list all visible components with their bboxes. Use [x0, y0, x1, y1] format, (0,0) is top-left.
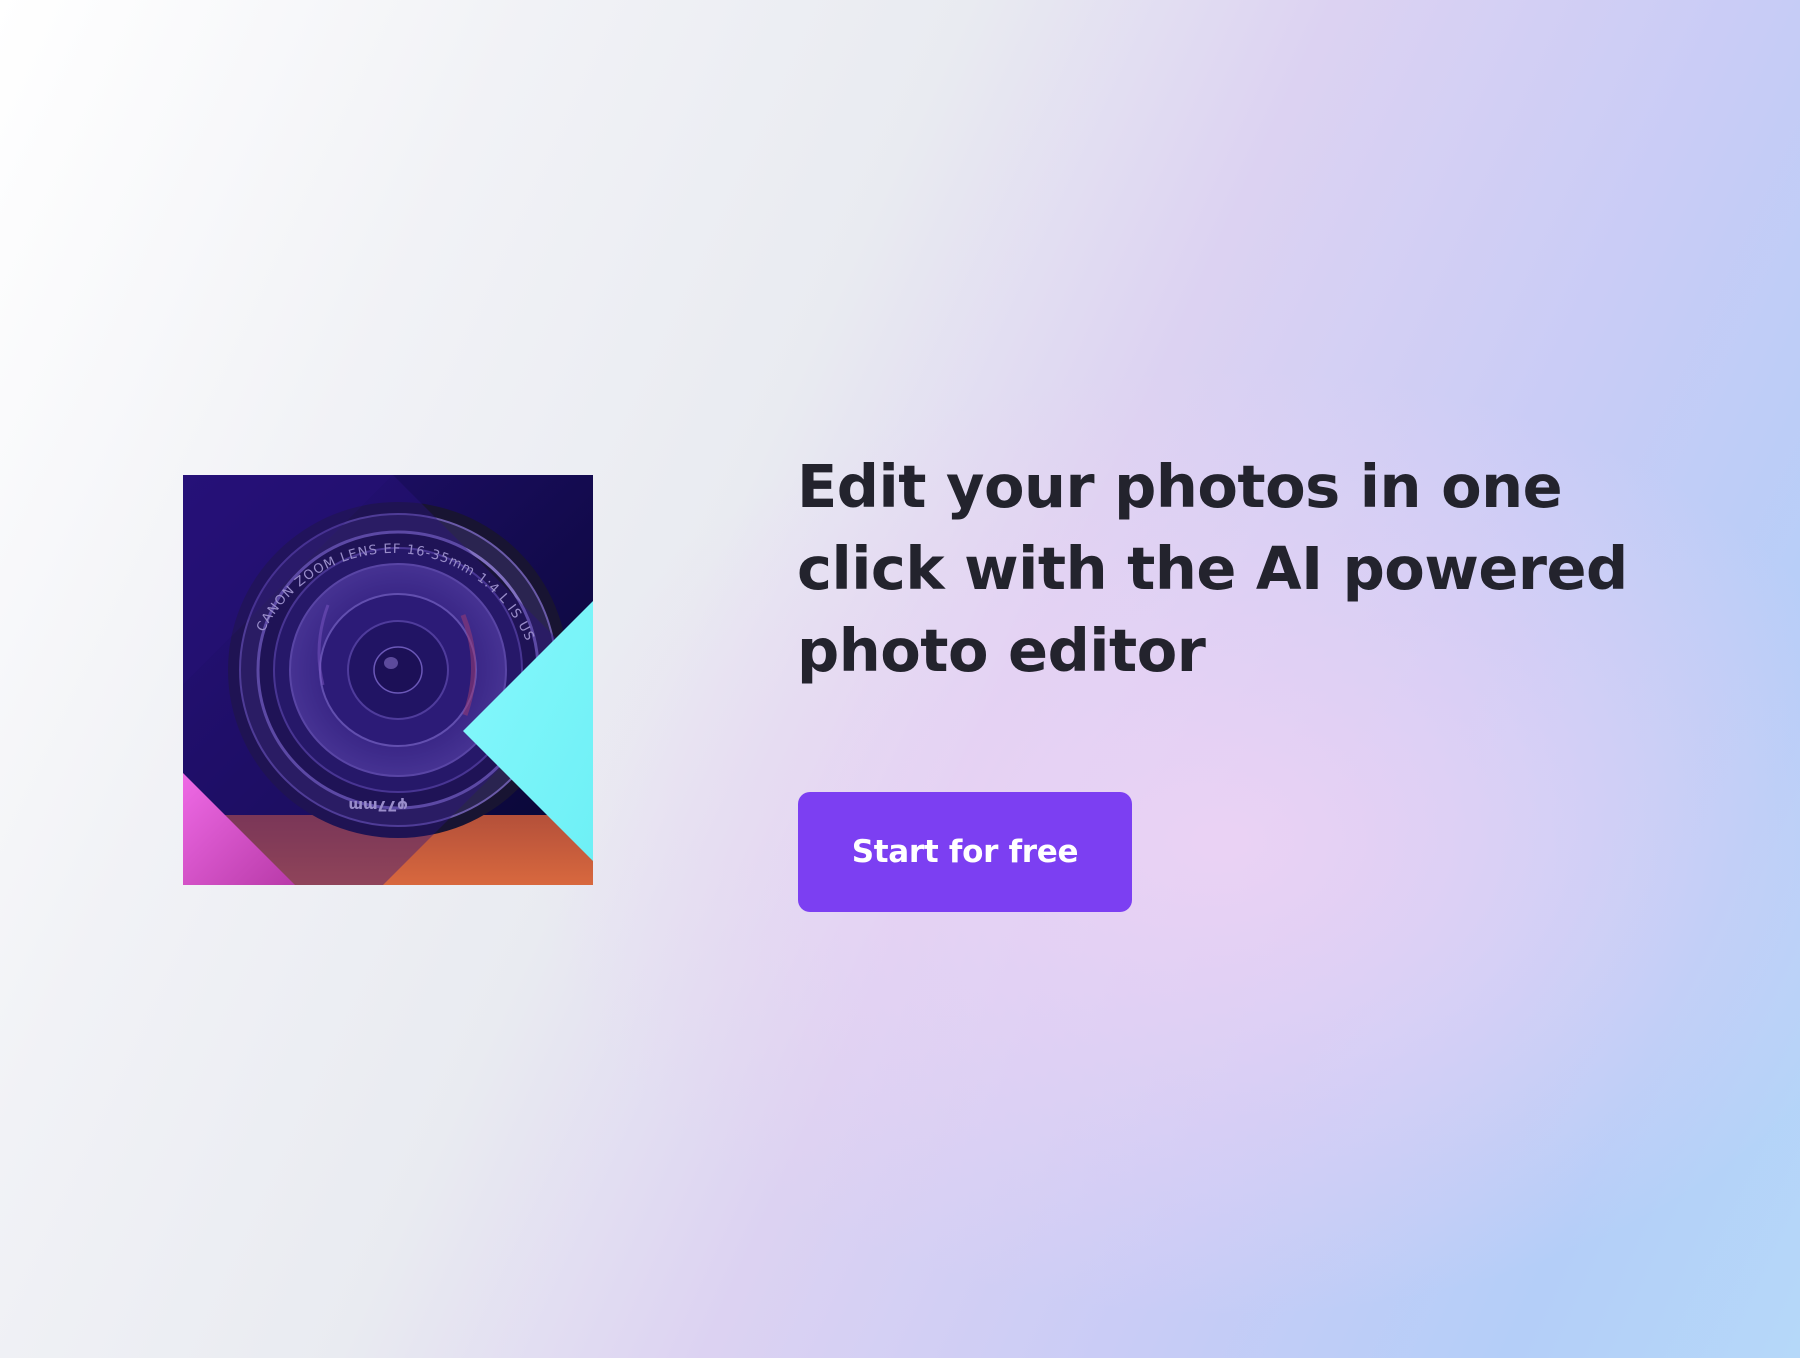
hero-headline: Edit your photos in one click with the A… [797, 452, 1628, 685]
camera-lens-illustration: CANON ZOOM LENS EF 16-35mm 1:4 L IS USM … [183, 475, 593, 885]
start-for-free-button[interactable]: Start for free [798, 792, 1132, 912]
hero-image: CANON ZOOM LENS EF 16-35mm 1:4 L IS USM … [183, 475, 593, 885]
